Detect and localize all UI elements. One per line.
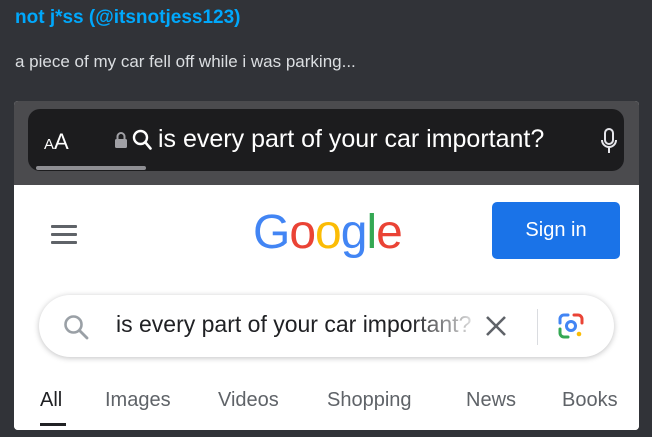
- google-logo[interactable]: Google: [253, 205, 403, 260]
- tab-videos[interactable]: Videos: [218, 389, 279, 412]
- google-logo-letter: o: [289, 206, 316, 259]
- post-caption: a piece of my car fell off while i was p…: [15, 52, 356, 71]
- attached-screenshot[interactable]: AA is every part of your car important?: [14, 101, 639, 430]
- google-logo-letter: g: [340, 206, 368, 259]
- search-box[interactable]: is every part of your car important?: [39, 295, 614, 357]
- tab-shopping[interactable]: Shopping: [327, 389, 412, 412]
- text-size-button[interactable]: AA: [44, 129, 69, 155]
- active-tab-indicator: [40, 423, 66, 426]
- search-divider: [537, 309, 538, 345]
- microphone-icon[interactable]: [600, 127, 618, 155]
- browser-address-bar: AA is every part of your car important?: [14, 101, 639, 185]
- search-icon: [132, 129, 152, 150]
- post-author[interactable]: not j*ss (@itsnotjess123): [15, 7, 240, 29]
- google-logo-letter: e: [376, 206, 403, 259]
- sign-in-button[interactable]: Sign in: [492, 202, 620, 259]
- google-logo-letter: l: [366, 206, 377, 259]
- search-icon: [64, 315, 89, 340]
- tab-all[interactable]: All: [40, 389, 62, 412]
- url-field[interactable]: AA is every part of your car important?: [28, 109, 624, 171]
- google-logo-letter: G: [253, 206, 290, 259]
- google-lens-icon[interactable]: [557, 312, 585, 340]
- clear-icon[interactable]: [483, 313, 509, 339]
- google-results-page: Google Sign in is every part of your car…: [14, 185, 639, 430]
- search-tabs: All Images Videos Shopping News Books: [14, 385, 639, 430]
- search-text-fade: [411, 303, 483, 349]
- lock-icon: [115, 132, 127, 148]
- tab-books[interactable]: Books: [562, 389, 618, 412]
- hamburger-menu-icon[interactable]: [51, 225, 77, 245]
- tab-images[interactable]: Images: [105, 389, 171, 412]
- url-text[interactable]: is every part of your car important?: [158, 125, 586, 154]
- page-load-progress: [36, 166, 146, 170]
- tab-news[interactable]: News: [466, 389, 516, 412]
- google-logo-letter: o: [315, 206, 342, 259]
